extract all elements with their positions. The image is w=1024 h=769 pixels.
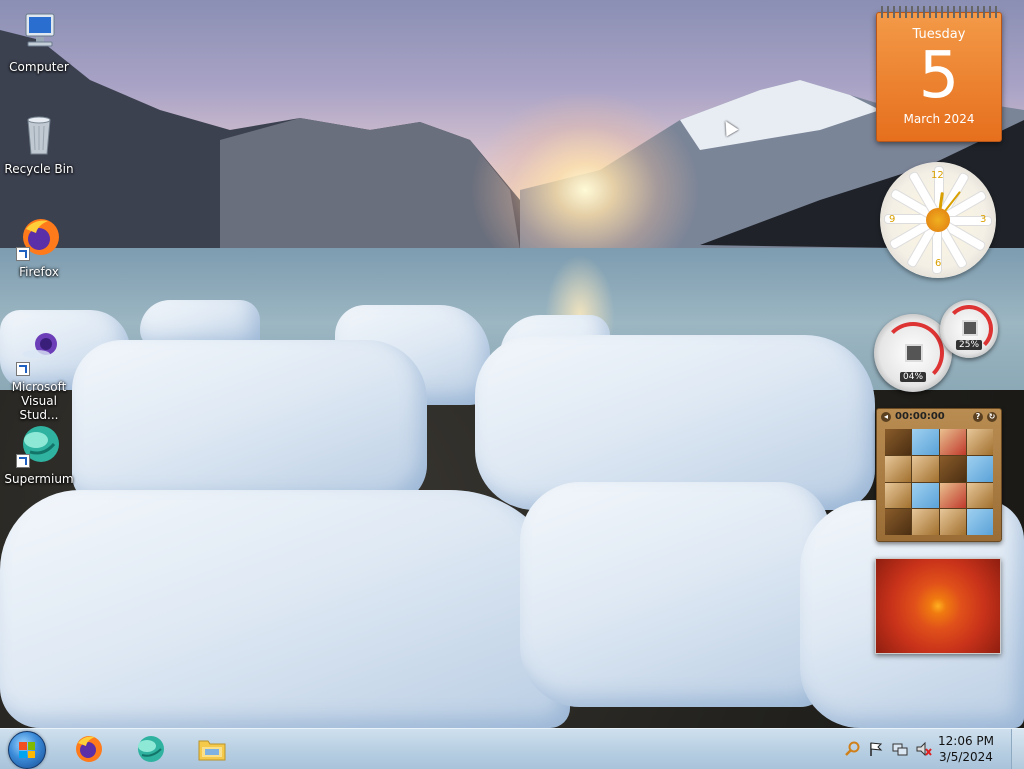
puzzle-tile[interactable] [939,509,966,535]
cpu-meter-gadget[interactable]: 04% 25% [874,298,1000,394]
action-center-flag-icon[interactable] [868,741,884,757]
taskbar-pin-supermium[interactable] [132,733,168,765]
puzzle-back-icon[interactable]: ◂ [881,412,891,422]
puzzle-tile[interactable] [912,455,939,482]
clock-numeral-9: 9 [889,214,896,225]
supermium-icon [138,736,164,762]
supermium-icon [16,422,62,468]
desktop-icon-firefox[interactable]: Firefox [1,215,77,279]
puzzle-timer: 00:00:00 [895,411,945,422]
calendar-day-number: 5 [918,39,960,113]
taskbar: 12:06 PM 3/5/2024 [0,728,1024,769]
puzzle-tile[interactable] [912,482,939,509]
desktop-icon-label: Microsoft Visual Stud... [11,380,67,422]
taskbar-pin-explorer[interactable] [194,733,230,765]
start-button[interactable] [8,731,46,769]
puzzle-tile[interactable] [885,482,912,509]
puzzle-tile[interactable] [966,509,993,535]
desktop: Computer Recycle Bin Firefox Microsoft V… [0,0,1024,728]
puzzle-shuffle-icon[interactable]: ↻ [987,412,997,422]
desktop-icon-label: Computer [9,60,69,74]
network-icon[interactable] [892,741,908,757]
computer-icon [16,10,62,56]
visual-studio-icon [16,330,62,376]
shortcut-arrow-icon [16,454,30,468]
windows-logo-icon [19,742,35,758]
desktop-icon-visual-studio[interactable]: Microsoft Visual Stud... [1,330,77,422]
calendar-month-year: March 2024 [903,112,975,126]
ice-block [72,340,427,505]
puzzle-tile[interactable] [966,482,993,509]
cpu-chip-icon [905,344,923,362]
memory-chip-icon [962,320,978,336]
puzzle-tile[interactable] [912,509,939,535]
memory-dial: 25% [940,300,998,358]
system-tray [844,739,932,759]
taskbar-time: 12:06 PM [938,734,994,748]
puzzle-tile[interactable] [939,482,966,509]
clock-numeral-12: 12 [931,170,944,181]
puzzle-tile[interactable] [966,429,993,455]
desktop-icon-label: Supermium [4,472,74,486]
shortcut-arrow-icon [16,362,30,376]
calendar-gadget[interactable]: Tuesday 5 March 2024 [876,6,1002,142]
firefox-icon [76,736,102,762]
shortcut-arrow-icon [16,247,30,261]
picture-puzzle-gadget[interactable]: ◂ 00:00:00 ? ↻ [876,408,1002,542]
desktop-icon-supermium[interactable]: Supermium [1,422,77,486]
taskbar-clock[interactable]: 12:06 PM 3/5/2024 [934,733,998,765]
puzzle-grid[interactable] [885,429,993,535]
desktop-icon-computer[interactable]: Computer [1,10,77,74]
puzzle-tile[interactable] [912,429,939,455]
desktop-icon-label: Recycle Bin [4,162,74,176]
clock-gadget[interactable]: 12 3 6 9 [880,162,996,278]
puzzle-toolbar: ◂ 00:00:00 ? ↻ [877,409,1001,425]
puzzle-tile[interactable] [885,509,912,535]
puzzle-tile[interactable] [939,455,966,482]
show-desktop-button[interactable] [1011,729,1024,769]
clock-center [926,208,950,232]
calendar-binding-rings [881,6,997,18]
volume-muted-icon[interactable] [916,741,932,757]
folder-icon [198,740,226,761]
puzzle-tile[interactable] [966,455,993,482]
ice-block [0,490,570,728]
slideshow-gadget[interactable] [875,558,1001,654]
desktop-icon-recycle-bin[interactable]: Recycle Bin [1,112,77,176]
puzzle-tile[interactable] [885,429,912,455]
taskbar-pin-firefox[interactable] [70,733,106,765]
recycle-bin-icon [16,112,62,158]
clock-numeral-6: 6 [935,258,942,269]
desktop-icon-label: Firefox [19,265,59,279]
cpu-percent: 04% [899,372,927,382]
firefox-icon [16,215,62,261]
clock-numeral-3: 3 [980,214,987,225]
puzzle-tile[interactable] [939,429,966,455]
memory-percent: 25% [955,340,983,350]
puzzle-tile[interactable] [885,455,912,482]
ice-block [520,482,830,707]
search-icon[interactable] [844,741,860,757]
puzzle-help-button[interactable]: ? [973,412,983,422]
taskbar-date: 3/5/2024 [939,750,993,764]
